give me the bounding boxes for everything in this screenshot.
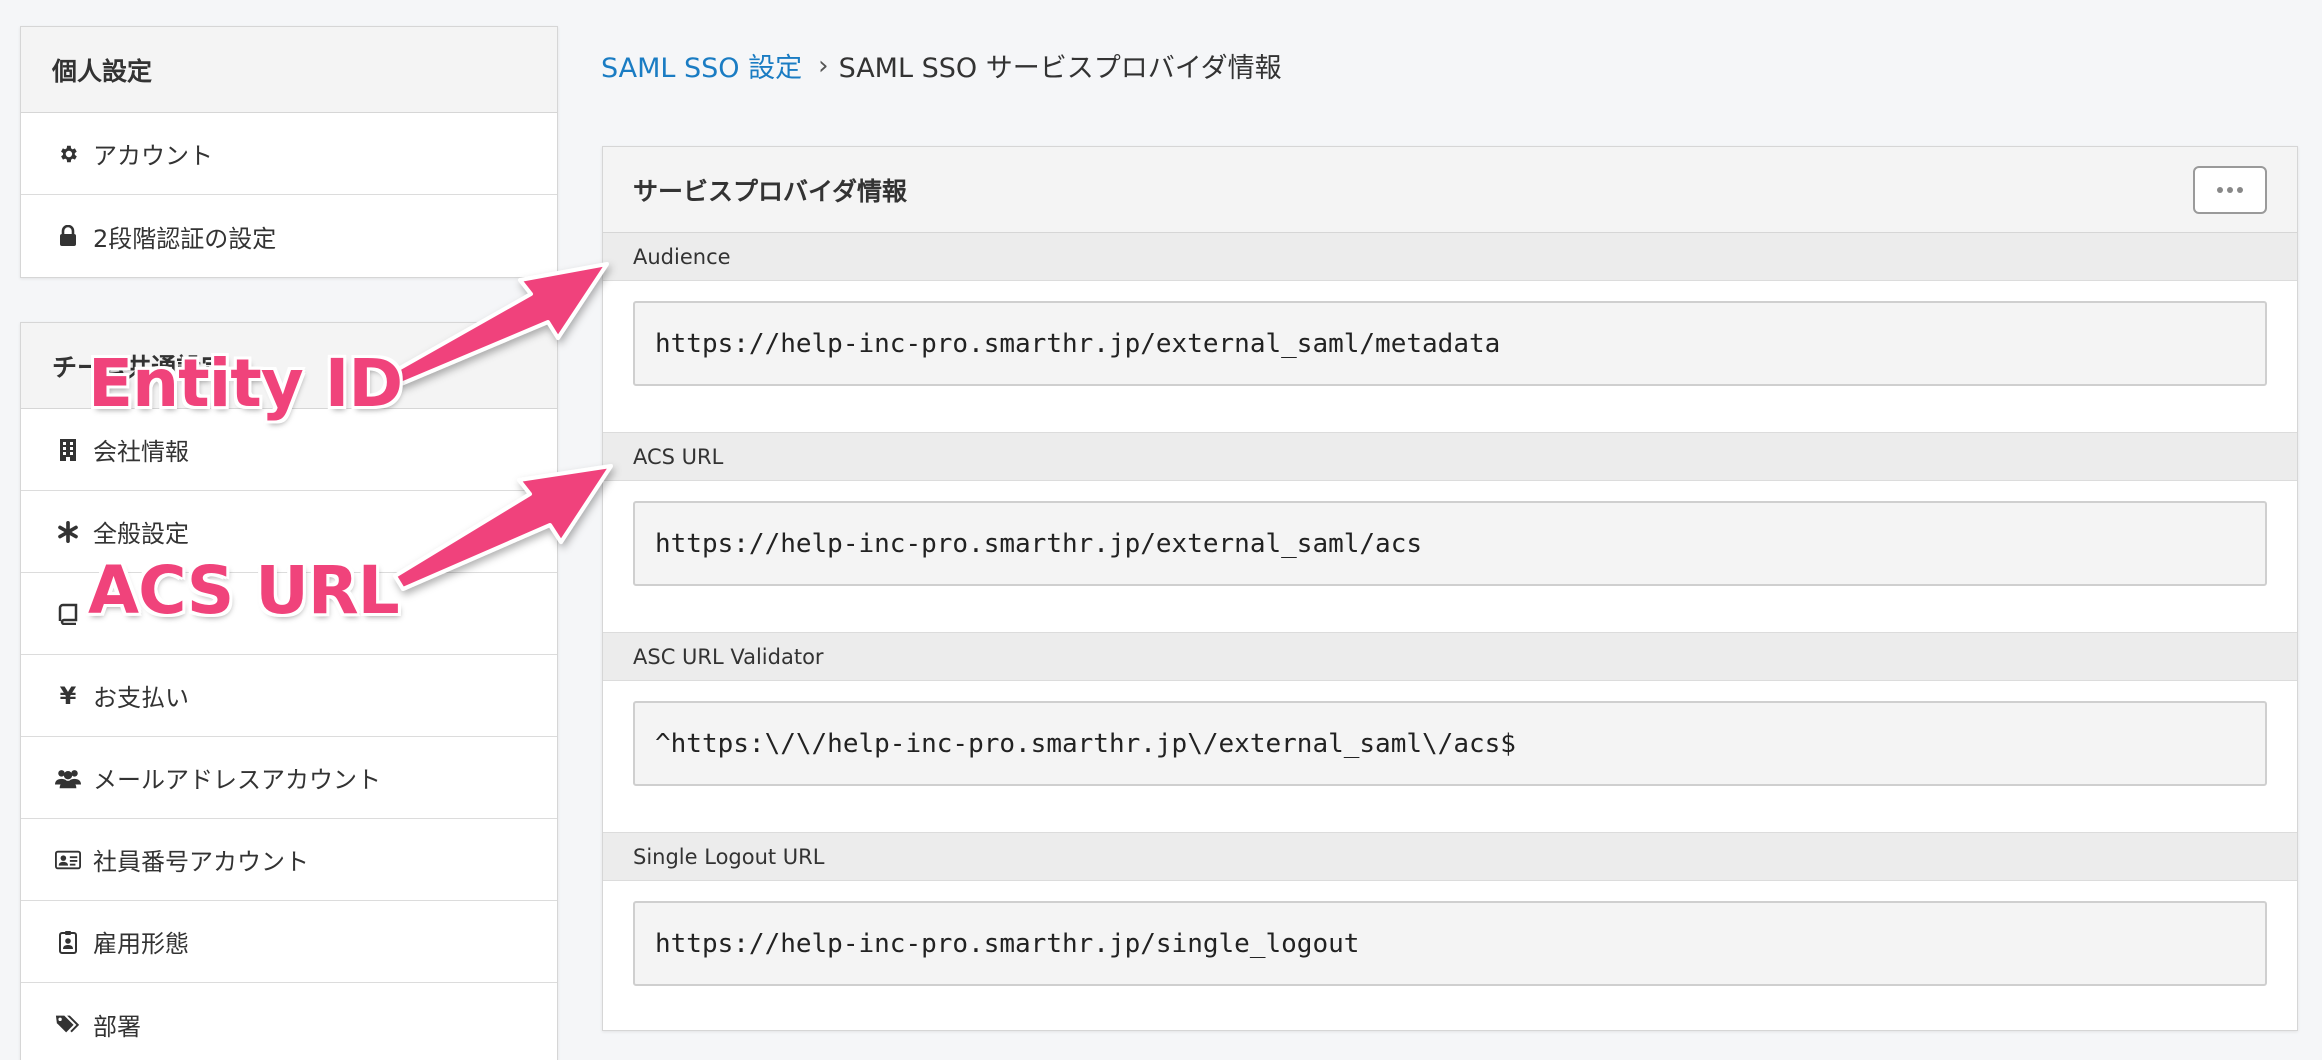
personal-settings-title: 個人設定 <box>21 27 557 113</box>
field-body-acs-url: https://help-inc-pro.smarthr.jp/external… <box>603 481 2297 633</box>
breadcrumb: SAML SSO 設定 › SAML SSO サービスプロバイダ情報 <box>601 46 1282 85</box>
sidebar-item-label: 社員番号アカウント <box>93 848 309 876</box>
field-body-acs-url-validator: ^https:\/\/help-inc-pro.smarthr.jp\/exte… <box>603 681 2297 833</box>
more-options-button[interactable] <box>2193 165 2267 214</box>
personal-settings-panel: 個人設定 アカウント 2段階認証の設定 <box>20 26 558 278</box>
sidebar-item-payment[interactable]: ¥ お支払い <box>21 655 557 737</box>
gear-icon <box>55 141 81 167</box>
sidebar-item-departments[interactable]: 部署 <box>21 983 557 1060</box>
sidebar-item-email-accounts[interactable]: メールアドレスアカウント <box>21 737 557 819</box>
field-label-acs-url: ACS URL <box>603 433 2297 481</box>
single-logout-url-value-field[interactable]: https://help-inc-pro.smarthr.jp/single_l… <box>633 901 2267 986</box>
acs-url-value-field[interactable]: https://help-inc-pro.smarthr.jp/external… <box>633 501 2267 586</box>
sidebar-item-label: お支払い <box>93 684 189 712</box>
field-label-single-logout-url: Single Logout URL <box>603 833 2297 881</box>
id-card-icon <box>55 847 81 873</box>
sidebar-item-label: 部署 <box>93 1012 141 1041</box>
service-provider-card: サービスプロバイダ情報 Audience https://help-inc-pr… <box>602 146 2298 1031</box>
sidebar-item-employee-number-accounts[interactable]: 社員番号アカウント <box>21 819 557 901</box>
lock-icon <box>55 223 81 249</box>
annotation-acs-url: ACS URL <box>88 552 400 629</box>
audience-value-field[interactable]: https://help-inc-pro.smarthr.jp/external… <box>633 301 2267 386</box>
tags-icon <box>55 1011 81 1037</box>
sidebar-item-account[interactable]: アカウント <box>21 113 557 195</box>
breadcrumb-link-saml-sso-settings[interactable]: SAML SSO 設定 <box>601 46 802 85</box>
ellipsis-icon <box>2217 186 2223 193</box>
sidebar-item-label: アカウント <box>93 142 213 170</box>
building-icon <box>55 437 81 463</box>
acs-url-validator-value-field[interactable]: ^https:\/\/help-inc-pro.smarthr.jp\/exte… <box>633 701 2267 786</box>
sidebar-item-label: 2段階認証の設定 <box>93 224 277 253</box>
sidebar: 個人設定 アカウント 2段階認証の設定 チーム共通設定 会社情報 全般設定 ¥ … <box>20 26 558 1060</box>
field-label-acs-url-validator: ASC URL Validator <box>603 633 2297 681</box>
card-header: サービスプロバイダ情報 <box>603 147 2297 233</box>
ellipsis-icon <box>2237 186 2243 193</box>
breadcrumb-current: SAML SSO サービスプロバイダ情報 <box>838 53 1282 84</box>
field-body-audience: https://help-inc-pro.smarthr.jp/external… <box>603 281 2297 433</box>
sidebar-item-label: 雇用形態 <box>93 930 189 958</box>
badge-icon <box>55 929 81 955</box>
card-title: サービスプロバイダ情報 <box>633 176 908 206</box>
sidebar-item-label: 会社情報 <box>93 438 189 466</box>
sidebar-item-label: 全般設定 <box>93 520 189 548</box>
sidebar-item-label: メールアドレスアカウント <box>93 766 381 794</box>
users-icon <box>55 765 81 791</box>
yen-icon: ¥ <box>59 681 77 710</box>
sidebar-item-two-factor[interactable]: 2段階認証の設定 <box>21 195 557 277</box>
team-settings-panel: チーム共通設定 会社情報 全般設定 ¥ お支払い メールアドレスアカウント 社員… <box>20 322 558 1060</box>
ellipsis-icon <box>2227 186 2233 193</box>
sidebar-item-employment-types[interactable]: 雇用形態 <box>21 901 557 983</box>
book-icon <box>55 601 81 627</box>
chevron-right-icon: › <box>818 50 829 81</box>
field-label-audience: Audience <box>603 233 2297 281</box>
asterisk-icon <box>55 519 81 545</box>
annotation-entity-id: Entity ID <box>88 345 403 422</box>
field-body-single-logout-url: https://help-inc-pro.smarthr.jp/single_l… <box>603 881 2297 1033</box>
